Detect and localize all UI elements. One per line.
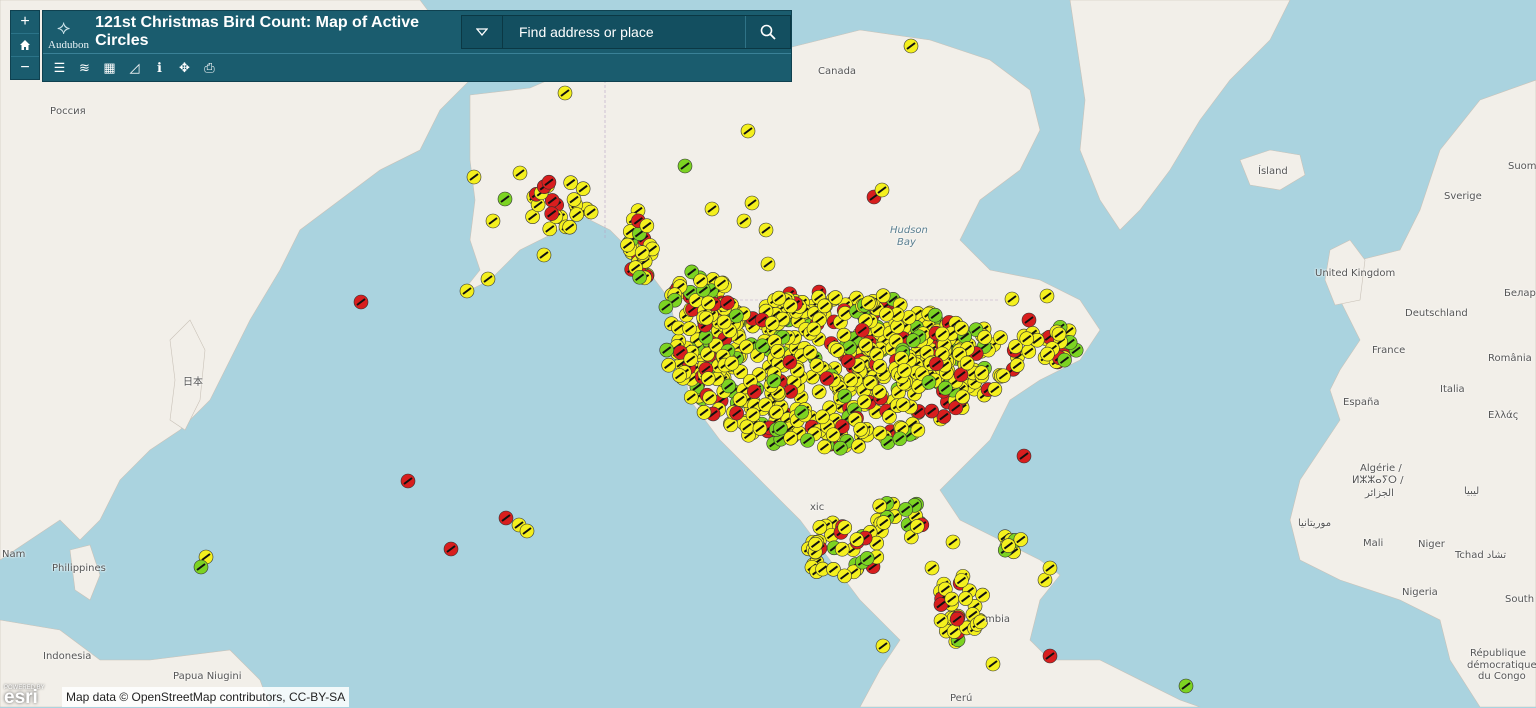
basemap[interactable] [0, 0, 1536, 707]
map-label: الجزائر [1365, 488, 1394, 499]
basemap-gallery-icon: ▦ [103, 59, 116, 75]
search-icon [760, 24, 776, 40]
search-widget: Find address or place [461, 15, 791, 49]
legend-button[interactable]: ☰ [47, 54, 72, 81]
map-label: Canada [818, 66, 857, 77]
map-label: United Kingdom [1315, 268, 1396, 279]
home-icon [20, 40, 30, 50]
locate-icon: ✥ [179, 59, 190, 75]
measure-icon: ◿ [129, 59, 140, 75]
map-label: Белар [1504, 288, 1536, 299]
toolbar: ☰ ≋ ▦ ◿ ℹ ✥ ⎙ [43, 54, 791, 81]
map-label: ليبيا [1464, 486, 1480, 497]
map-label: Indonesia [43, 651, 92, 662]
map-label: Hudson [890, 225, 928, 236]
map-label: ⵍⵣⵣⴰⵢⵔ / [1352, 475, 1404, 486]
map-label: Niger [1418, 539, 1445, 550]
info-icon: ℹ [157, 59, 162, 75]
map-label: Ísland [1258, 166, 1288, 177]
map-label: démocratique [1467, 660, 1536, 671]
map-label: Nam [2, 549, 26, 560]
attribution-bar: POWERED BY esri Map data © OpenStreetMap… [0, 685, 350, 707]
map-label: Nigeria [1402, 587, 1438, 598]
search-source-dropdown[interactable] [462, 16, 503, 48]
map-label: 日本 [183, 377, 203, 388]
map-label: Algérie / [1360, 463, 1402, 474]
map-label: xic [810, 502, 825, 513]
bird-logo-icon: ⟡ [57, 17, 71, 39]
app-header: ⟡ Audubon 121st Christmas Bird Count: Ma… [42, 10, 792, 82]
map-label: Sverige [1444, 191, 1482, 202]
zoom-out-button[interactable]: − [11, 57, 39, 79]
map-label: Россия [50, 106, 86, 117]
zoom-in-button[interactable]: + [11, 11, 39, 34]
map-label: South [1505, 594, 1535, 605]
map-label: España [1343, 397, 1380, 408]
basemap-gallery-button[interactable]: ▦ [97, 54, 122, 81]
print-button[interactable]: ⎙ [197, 54, 222, 81]
locate-button[interactable]: ✥ [172, 54, 197, 81]
map-label: mbia [985, 614, 1010, 625]
map-label: Ελλάς [1488, 410, 1519, 421]
map-label: Bay [897, 237, 916, 248]
legend-icon: ☰ [53, 59, 66, 75]
map-label: România [1488, 353, 1532, 364]
logo-text: Audubon [48, 39, 89, 51]
layers-button[interactable]: ≋ [72, 54, 97, 81]
search-input[interactable]: Find address or place [503, 16, 745, 48]
esri-logo[interactable]: POWERED BY esri [0, 685, 62, 707]
info-button[interactable]: ℹ [147, 54, 172, 81]
map-label: موريتانيا [1298, 518, 1332, 529]
map-label: Suom [1508, 161, 1536, 172]
map-label: Perú [950, 693, 973, 704]
map-credits: Map data © OpenStreetMap contributors, C… [62, 687, 350, 707]
home-button[interactable] [11, 34, 39, 57]
map-label: Deutschland [1405, 308, 1468, 319]
map-label: République [1470, 648, 1527, 659]
audubon-logo: ⟡ Audubon [43, 11, 91, 53]
app-title: 121st Christmas Bird Count: Map of Activ… [95, 14, 420, 49]
chevron-down-icon [476, 28, 488, 36]
layers-icon: ≋ [79, 59, 90, 75]
map-label: Papua Niugini [173, 671, 242, 682]
esri-text: esri [4, 687, 38, 708]
print-icon: ⎙ [204, 59, 215, 75]
map-label: Mali [1363, 538, 1384, 549]
map-label: du Congo [1478, 671, 1526, 682]
map-label: Tchad تشاد [1455, 550, 1507, 561]
zoom-controls: + − [10, 10, 40, 80]
measure-button[interactable]: ◿ [122, 54, 147, 81]
map-label: Italia [1440, 384, 1465, 395]
map-label: Philippines [52, 563, 106, 574]
map-label: France [1372, 345, 1406, 356]
search-button[interactable] [745, 16, 790, 48]
